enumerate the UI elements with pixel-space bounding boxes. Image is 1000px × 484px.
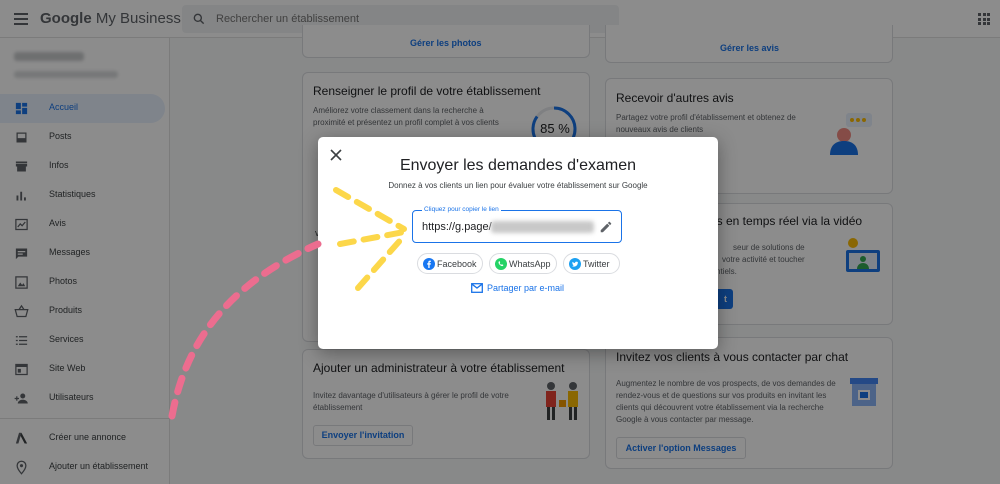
dialog-title: Envoyer les demandes d'examen bbox=[399, 157, 637, 174]
share-whatsapp-button[interactable]: WhatsApp bbox=[489, 253, 557, 274]
whatsapp-label: WhatsApp bbox=[509, 259, 551, 269]
share-email-label: Partager par e-mail bbox=[487, 283, 565, 293]
facebook-label: Facebook bbox=[437, 259, 477, 269]
twitter-icon bbox=[569, 258, 581, 270]
whatsapp-icon bbox=[495, 258, 507, 270]
review-request-dialog: Envoyer les demandes d'examen Donnez à v… bbox=[318, 137, 718, 349]
facebook-icon bbox=[423, 258, 435, 270]
dialog-subtitle: Donnez à vos clients un lien pour évalue… bbox=[388, 181, 648, 190]
review-link-field[interactable]: Cliquez pour copier le lien https://g.pa… bbox=[412, 206, 622, 243]
share-facebook-button[interactable]: Facebook bbox=[417, 253, 483, 274]
review-link-blurred-part bbox=[491, 221, 594, 233]
share-twitter-button[interactable]: Twitter bbox=[563, 253, 620, 274]
twitter-label: Twitter bbox=[583, 259, 610, 269]
pencil-edit-icon[interactable] bbox=[599, 220, 613, 234]
review-link-value[interactable]: https://g.page/ bbox=[422, 221, 492, 233]
email-icon bbox=[471, 283, 483, 293]
review-link-label: Cliquez pour copier le lien bbox=[422, 206, 501, 213]
